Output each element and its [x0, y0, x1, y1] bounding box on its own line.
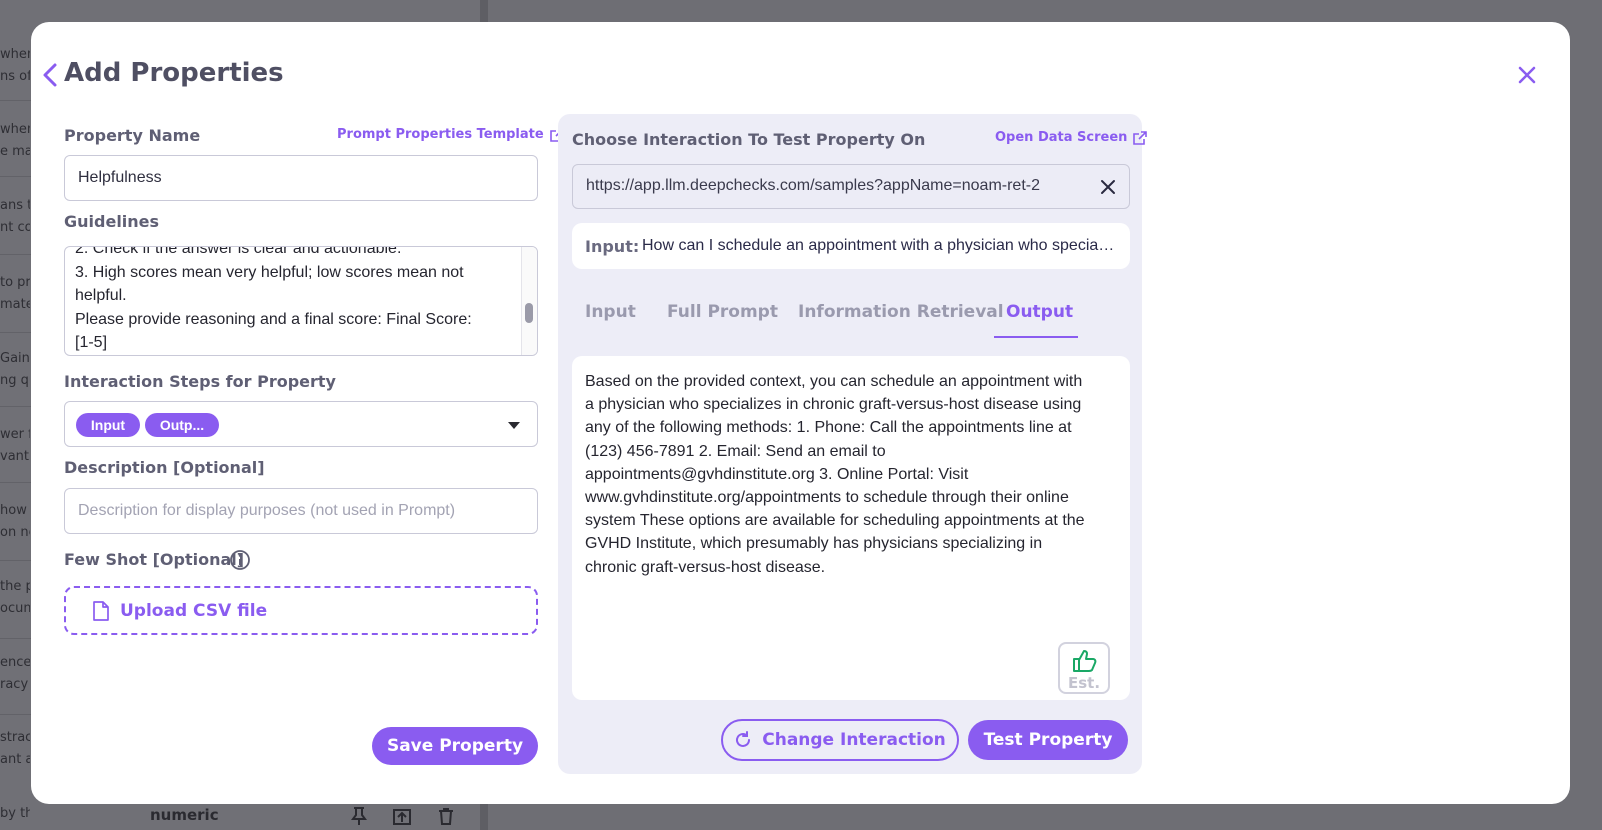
thumbs-up-icon	[1073, 650, 1097, 672]
bg-row-text: the p ocum	[0, 579, 30, 616]
guidelines-scroll-thumb[interactable]	[525, 303, 533, 323]
dropdown-arrow-icon	[508, 422, 520, 429]
chevron-left-icon[interactable]	[40, 62, 60, 88]
tab-output[interactable]: Output	[1006, 302, 1073, 322]
prompt-template-link[interactable]: Prompt Properties Template	[337, 127, 564, 142]
output-panel: Based on the provided context, you can s…	[572, 356, 1130, 700]
description-input[interactable]: Description for display purposes (not us…	[64, 488, 538, 534]
change-interaction-label: Change Interaction	[762, 730, 946, 750]
estimate-label: Est.	[1067, 674, 1101, 692]
interaction-input-preview: Input: How can I schedule an appointment…	[572, 223, 1130, 269]
external-link-icon	[1133, 130, 1148, 145]
info-icon[interactable]	[229, 549, 251, 571]
interaction-url-text: https://app.llm.deepchecks.com/samples?a…	[586, 177, 1040, 194]
save-property-button[interactable]: Save Property	[372, 727, 538, 765]
prompt-template-link-label: Prompt Properties Template	[337, 127, 544, 142]
tab-input[interactable]: Input	[585, 302, 636, 322]
bg-row-text: ence racy	[0, 655, 30, 692]
guidelines-line: 3. High scores mean very helpful; low sc…	[75, 263, 464, 281]
step-chip-input[interactable]: Input	[76, 413, 140, 437]
choose-interaction-label: Choose Interaction To Test Property On	[572, 130, 926, 149]
bg-row-text: stractant a	[0, 730, 30, 767]
bg-row-text: how won ne	[0, 503, 30, 540]
trash-icon	[439, 808, 453, 825]
refresh-icon	[736, 731, 751, 747]
description-label: Description [Optional]	[64, 458, 265, 477]
bg-row-text: to promate	[0, 275, 30, 312]
guidelines-textarea[interactable]: 2. Check if the answer is clear and acti…	[64, 246, 538, 356]
property-name-input[interactable]: Helpfulness	[64, 155, 538, 201]
interaction-steps-select[interactable]: Input Outp...	[64, 401, 538, 447]
bg-row-text: by the	[0, 806, 30, 821]
file-icon	[93, 601, 109, 621]
guidelines-line: [1-5]	[75, 334, 108, 351]
change-interaction-button[interactable]: Change Interaction	[721, 719, 959, 761]
bg-row-text: Gain.ng qu	[0, 351, 30, 388]
few-shot-label: Few Shot [Optional]	[64, 550, 245, 569]
close-icon[interactable]	[1516, 64, 1538, 86]
interaction-steps-label: Interaction Steps for Property	[64, 372, 336, 391]
step-chip-output[interactable]: Outp...	[145, 413, 219, 437]
upload-csv-label: Upload CSV file	[120, 601, 268, 621]
guidelines-scrollbar[interactable]	[521, 247, 537, 355]
open-data-screen-label: Open Data Screen	[995, 130, 1128, 145]
guidelines-line: helpful.	[75, 287, 127, 304]
guidelines-label: Guidelines	[64, 212, 160, 231]
bg-row-text: whene ma	[0, 122, 30, 159]
tab-full-prompt[interactable]: Full Prompt	[667, 302, 778, 322]
estimate-badge[interactable]: Est.	[1058, 642, 1110, 694]
upload-box-icon	[393, 809, 411, 825]
output-text: Based on the provided context, you can s…	[585, 373, 1085, 576]
tab-information-retrieval[interactable]: Information Retrieval	[798, 302, 1004, 322]
input-preview-text: How can I schedule an appointment with a…	[642, 237, 1117, 254]
bg-row-text: whenns of	[0, 47, 30, 84]
bg-row-text: wer fovant)	[0, 427, 30, 464]
property-name-label: Property Name	[64, 126, 201, 145]
input-preview-label: Input:	[585, 237, 640, 256]
test-property-button[interactable]: Test Property	[968, 720, 1128, 760]
open-data-screen-link[interactable]: Open Data Screen	[995, 130, 1148, 145]
upload-csv-button[interactable]: Upload CSV file	[64, 586, 538, 635]
guidelines-text: 2. Check if the answer is clear and acti…	[75, 246, 505, 355]
guidelines-line: 2. Check if the answer is clear and acti…	[75, 246, 402, 257]
bg-row-text: ans t nt co	[0, 198, 30, 235]
active-tab-indicator	[994, 336, 1078, 338]
guidelines-line: Please provide reasoning and a final sco…	[75, 310, 472, 328]
interaction-url-field[interactable]: https://app.llm.deepchecks.com/samples?a…	[572, 164, 1130, 209]
clear-icon[interactable]	[1099, 178, 1117, 196]
pin-icon	[351, 807, 367, 825]
modal-title: Add Properties	[64, 58, 284, 88]
bg-type-label: numeric	[150, 806, 219, 824]
